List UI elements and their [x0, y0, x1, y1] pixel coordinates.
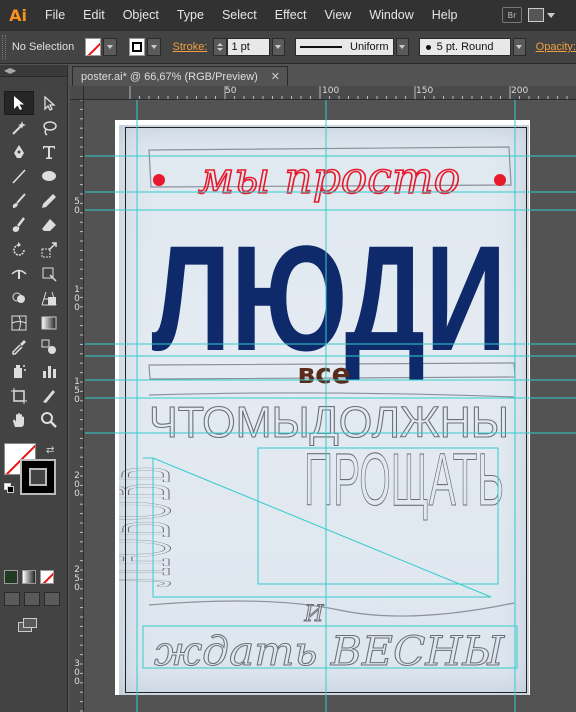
blob-brush-icon[interactable]: [4, 213, 34, 237]
profile-value: Uniform: [350, 41, 389, 53]
ruler-h-label: 150: [416, 86, 434, 96]
stroke-dropdown[interactable]: [147, 38, 161, 56]
selection-status: No Selection: [11, 41, 75, 53]
menu-window[interactable]: Window: [360, 0, 422, 30]
artboard-tool-icon[interactable]: [4, 384, 34, 408]
menu-file[interactable]: File: [36, 0, 74, 30]
paintbrush-icon[interactable]: [4, 189, 34, 213]
menu-view[interactable]: View: [315, 0, 360, 30]
pen-tool-icon[interactable]: [4, 140, 34, 164]
menu-help[interactable]: Help: [423, 0, 467, 30]
eyedropper-icon[interactable]: [4, 335, 34, 359]
direct-selection-tool-icon[interactable]: [34, 91, 64, 115]
none-mode-icon[interactable]: [40, 570, 54, 584]
control-bar: No Selection Stroke: 1 pt Uniform 5 pt. …: [0, 30, 576, 64]
document-tab[interactable]: poster.ai* @ 66,67% (RGB/Preview) ✕: [72, 66, 288, 86]
shape-builder-icon[interactable]: [4, 286, 34, 310]
screen-mode-icon[interactable]: [18, 618, 40, 634]
brush-dropdown[interactable]: [512, 38, 526, 56]
stroke-weight-input[interactable]: 1 pt: [226, 38, 270, 56]
stroke-weight-dropdown[interactable]: [271, 38, 285, 56]
scale-icon[interactable]: [34, 237, 64, 261]
ruler-v-label: 50: [74, 197, 80, 216]
canvas-area[interactable]: мы просто ЛЮДИ все ЧТОМЫДОЛЖНЫ ЛЮБОВЬ ПР…: [85, 100, 576, 712]
width-tool-icon[interactable]: [4, 262, 34, 286]
gradient-icon[interactable]: [34, 311, 64, 335]
gradient-mode-icon[interactable]: [22, 570, 36, 584]
free-transform-icon[interactable]: [34, 262, 64, 286]
ruler-h-label: 50: [225, 86, 237, 96]
magic-wand-icon[interactable]: [4, 115, 34, 139]
brush-value: 5 pt. Round: [436, 41, 494, 53]
eraser-icon[interactable]: [34, 213, 64, 237]
brush-definition-select[interactable]: 5 pt. Round: [418, 38, 511, 56]
tools-panel: ◀▶ ⇄: [0, 65, 68, 712]
ruler-v-label: 250: [74, 565, 80, 593]
collapse-chevron-icon[interactable]: ◀▶: [4, 66, 16, 75]
menu-object[interactable]: Object: [114, 0, 168, 30]
menu-select[interactable]: Select: [213, 0, 266, 30]
draw-inside-icon[interactable]: [44, 592, 60, 606]
profile-dropdown[interactable]: [395, 38, 409, 56]
fill-dropdown[interactable]: [103, 38, 117, 56]
fill-stroke-swatches: ⇄: [2, 443, 62, 503]
drawing-modes: [4, 592, 60, 606]
menu-bar: Ai File Edit Object Type Select Effect V…: [0, 0, 576, 30]
workspace-switcher-icon[interactable]: [528, 6, 558, 24]
ruler-v-label: 150: [74, 377, 80, 405]
lasso-icon[interactable]: [34, 115, 64, 139]
ruler-h-label: 100: [322, 86, 340, 96]
menu-effect[interactable]: Effect: [266, 0, 316, 30]
draw-behind-icon[interactable]: [24, 592, 40, 606]
ruler-h-label: 200: [511, 86, 529, 96]
swap-fill-stroke-icon[interactable]: ⇄: [46, 445, 54, 456]
ruler-v-label: 200: [74, 471, 80, 499]
tools-panel-header[interactable]: ◀▶: [0, 65, 67, 77]
illustrator-logo: Ai: [9, 5, 27, 25]
type-tool-icon[interactable]: [34, 140, 64, 164]
profile-line-icon: [300, 46, 342, 48]
pencil-icon[interactable]: [34, 189, 64, 213]
ellipse-tool-icon[interactable]: [34, 164, 64, 188]
guides-layer: [85, 100, 576, 712]
menu-edit[interactable]: Edit: [74, 0, 114, 30]
stroke-weight-stepper[interactable]: [213, 38, 227, 56]
perspective-grid-icon[interactable]: [34, 286, 64, 310]
line-tool-icon[interactable]: [4, 164, 34, 188]
symbol-sprayer-icon[interactable]: [4, 359, 34, 383]
opacity-label[interactable]: Opacity:: [536, 41, 576, 53]
horizontal-ruler[interactable]: 50 100 150 200: [70, 86, 576, 100]
stroke-label[interactable]: Stroke:: [173, 41, 208, 53]
stroke-swatch[interactable]: [128, 38, 146, 56]
hand-tool-icon[interactable]: [4, 408, 34, 432]
ruler-v-label: 300: [74, 659, 80, 687]
slice-tool-icon[interactable]: [34, 384, 64, 408]
default-colors-icon[interactable]: [4, 483, 14, 493]
vertical-ruler[interactable]: 50 100 150 200 250 300: [70, 100, 84, 712]
document-tab-title: poster.ai* @ 66,67% (RGB/Preview): [81, 70, 258, 83]
close-icon[interactable]: ✕: [271, 70, 280, 83]
brush-dot-icon: [425, 44, 431, 50]
ruler-v-label: 100: [74, 285, 80, 313]
variable-width-profile-select[interactable]: Uniform: [295, 38, 394, 56]
column-graph-icon[interactable]: [34, 359, 64, 383]
color-mode-icon[interactable]: [4, 570, 18, 584]
menu-type[interactable]: Type: [168, 0, 213, 30]
fill-swatch[interactable]: [84, 38, 102, 56]
blend-icon[interactable]: [34, 335, 64, 359]
bridge-button[interactable]: Br: [502, 7, 522, 23]
stroke-color-swatch[interactable]: [20, 459, 56, 495]
selection-tool-icon[interactable]: [4, 91, 34, 116]
draw-normal-icon[interactable]: [4, 592, 20, 606]
rotate-icon[interactable]: [4, 237, 34, 261]
mesh-icon[interactable]: [4, 311, 34, 335]
color-mode-row: [4, 570, 54, 584]
ruler-origin[interactable]: [70, 86, 84, 100]
zoom-tool-icon[interactable]: [34, 408, 64, 432]
